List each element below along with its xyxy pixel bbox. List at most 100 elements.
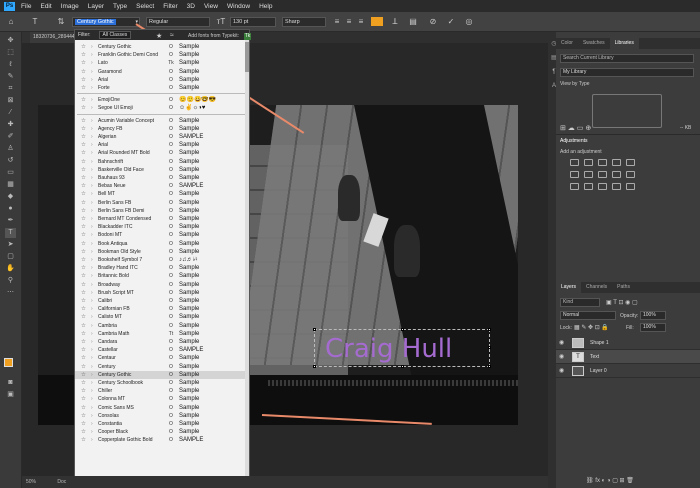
tab-libraries[interactable]: Libraries <box>609 38 639 49</box>
favorite-star-icon[interactable]: ☆ <box>81 289 86 297</box>
layer-row[interactable]: ◉ Shape 1 <box>556 336 700 350</box>
expand-chevron-icon[interactable]: › <box>91 43 93 51</box>
library-add-icons[interactable]: ⊞ ☁ ▭ ⊕ <box>560 124 591 132</box>
align-center-icon[interactable]: ≡ <box>344 17 354 27</box>
favorite-star-icon[interactable]: ☆ <box>81 322 86 330</box>
layer-name[interactable]: Shape 1 <box>590 336 609 350</box>
similar-filter-icon[interactable]: ≈ <box>170 32 174 39</box>
expand-chevron-icon[interactable]: › <box>91 76 93 84</box>
curves-adjustment-icon[interactable] <box>598 159 607 166</box>
favorite-star-icon[interactable]: ☆ <box>81 166 86 174</box>
visibility-eye-icon[interactable]: ◉ <box>559 350 564 364</box>
invert-adjustment-icon[interactable] <box>570 183 579 190</box>
font-list-scroll-thumb[interactable] <box>245 42 249 72</box>
expand-chevron-icon[interactable]: › <box>91 428 93 436</box>
menu-help[interactable]: Help <box>259 3 272 10</box>
zoom-level[interactable]: 50% <box>26 479 36 485</box>
tab-channels[interactable]: Channels <box>581 282 612 293</box>
expand-chevron-icon[interactable]: › <box>91 297 93 305</box>
favorite-star-icon[interactable]: ☆ <box>81 436 86 444</box>
library-search-input[interactable]: Search Current Library <box>560 54 694 63</box>
levels-adjustment-icon[interactable] <box>584 159 593 166</box>
layer-footer-icons[interactable]: ⛓ fx ◐ ◑ ▢ ⊞ 🗑 <box>586 477 634 484</box>
font-row[interactable]: ☆ › Broadway O Sample <box>75 281 249 289</box>
font-row[interactable]: ☆ › Comic Sans MS O Sample <box>75 404 249 412</box>
expand-chevron-icon[interactable]: › <box>91 59 93 67</box>
crop-tool-icon[interactable]: ⌗ <box>5 84 16 94</box>
font-row[interactable]: ☆ › Bookshelf Symbol 7 O ♪♫♬♭♮ <box>75 256 249 264</box>
favorite-star-icon[interactable]: ☆ <box>81 207 86 215</box>
path-selection-tool-icon[interactable]: ➤ <box>5 240 16 250</box>
expand-chevron-icon[interactable]: › <box>91 133 93 141</box>
favorite-star-icon[interactable]: ☆ <box>81 149 86 157</box>
favorite-star-icon[interactable]: ☆ <box>81 305 86 313</box>
font-row[interactable]: ☆ › Cambria O Sample <box>75 322 249 330</box>
favorite-star-icon[interactable]: ☆ <box>81 363 86 371</box>
expand-chevron-icon[interactable]: › <box>91 190 93 198</box>
library-select[interactable]: My Library <box>560 68 694 77</box>
opacity-field[interactable]: 100% <box>640 311 666 320</box>
posterize-adjustment-icon[interactable] <box>584 183 593 190</box>
favorite-star-icon[interactable]: ☆ <box>81 412 86 420</box>
favorite-star-icon[interactable]: ☆ <box>81 125 86 133</box>
align-left-icon[interactable]: ≡ <box>332 17 342 27</box>
favorite-star-icon[interactable]: ☆ <box>81 158 86 166</box>
quick-mask-icon[interactable]: ◙ <box>5 378 16 388</box>
font-row[interactable]: ☆ › Britannic Bold O Sample <box>75 272 249 280</box>
menu-image[interactable]: Image <box>61 3 79 10</box>
blend-mode-select[interactable]: Normal <box>560 311 616 320</box>
favorite-star-icon[interactable]: ☆ <box>81 223 86 231</box>
clone-stamp-tool-icon[interactable]: ♙ <box>5 144 16 154</box>
favorite-star-icon[interactable]: ☆ <box>81 354 86 362</box>
brush-tool-icon[interactable]: ✐ <box>5 132 16 142</box>
expand-chevron-icon[interactable]: › <box>91 125 93 133</box>
font-row[interactable]: ☆ › Bradley Hand ITC O Sample <box>75 264 249 272</box>
favorite-star-icon[interactable]: ☆ <box>81 104 86 112</box>
document-tab[interactable]: 18320736_28944472 <box>30 32 78 43</box>
threshold-adjustment-icon[interactable] <box>598 183 607 190</box>
favorite-star-icon[interactable]: ☆ <box>81 387 86 395</box>
expand-chevron-icon[interactable]: › <box>91 240 93 248</box>
favorite-star-icon[interactable]: ☆ <box>81 51 86 59</box>
font-row[interactable]: ☆ › Colonna MT O Sample <box>75 395 249 403</box>
font-row[interactable]: ☆ › Bahnschrift O Sample <box>75 158 249 166</box>
gradient-map-adjustment-icon[interactable] <box>612 183 621 190</box>
font-row[interactable]: ☆ › Centaur O Sample <box>75 354 249 362</box>
layer-name[interactable]: Text <box>590 350 599 364</box>
font-row[interactable]: ☆ › Bookman Old Style O Sample <box>75 248 249 256</box>
favorite-star-icon[interactable]: ☆ <box>81 330 86 338</box>
expand-chevron-icon[interactable]: › <box>91 363 93 371</box>
font-row[interactable]: ☆ › Consolas O Sample <box>75 412 249 420</box>
filter-classes-select[interactable]: All Classes <box>98 31 132 39</box>
layer-row[interactable]: ◉ Layer 0 <box>556 364 700 378</box>
text-color-swatch[interactable] <box>371 17 383 26</box>
favorite-star-icon[interactable]: ☆ <box>81 215 86 223</box>
expand-chevron-icon[interactable]: › <box>91 346 93 354</box>
pen-tool-icon[interactable]: ✒ <box>5 216 16 226</box>
type-tool-icon[interactable]: T <box>5 228 16 238</box>
hand-tool-icon[interactable]: ✋ <box>5 264 16 274</box>
font-row[interactable]: ☆ › Bebas Neue O SAMPLE <box>75 182 249 190</box>
font-row[interactable]: ☆ › Lato Tk Sample <box>75 59 249 67</box>
marquee-tool-icon[interactable]: ⬚ <box>5 48 16 58</box>
font-row[interactable]: ☆ › Franklin Gothic Demi Cond O Sample <box>75 51 249 59</box>
expand-chevron-icon[interactable]: › <box>91 231 93 239</box>
menu-3d[interactable]: 3D <box>187 3 195 10</box>
orientation-toggle-icon[interactable]: ⇅ <box>56 17 66 27</box>
font-row[interactable]: ☆ › Constantia O Sample <box>75 420 249 428</box>
3d-icon[interactable]: ◎ <box>464 17 474 27</box>
font-family-field[interactable]: Century Gothic ▾ <box>72 17 140 27</box>
canvas-text[interactable]: Craig Hull <box>325 334 452 364</box>
expand-chevron-icon[interactable]: › <box>91 330 93 338</box>
layer-row[interactable]: ◉ T Text <box>556 350 700 364</box>
font-row[interactable]: ☆ › Garamond O Sample <box>75 68 249 76</box>
expand-chevron-icon[interactable]: › <box>91 182 93 190</box>
font-size-field[interactable]: 130 pt <box>230 17 276 27</box>
expand-chevron-icon[interactable]: › <box>91 313 93 321</box>
favorite-star-icon[interactable]: ☆ <box>81 43 86 51</box>
font-row[interactable]: ☆ › Copperplate Gothic Bold O SAMPLE <box>75 436 249 444</box>
expand-chevron-icon[interactable]: › <box>91 395 93 403</box>
channel-mixer-adjustment-icon[interactable] <box>626 171 635 178</box>
expand-chevron-icon[interactable]: › <box>91 305 93 313</box>
favorite-star-icon[interactable]: ☆ <box>81 96 86 104</box>
